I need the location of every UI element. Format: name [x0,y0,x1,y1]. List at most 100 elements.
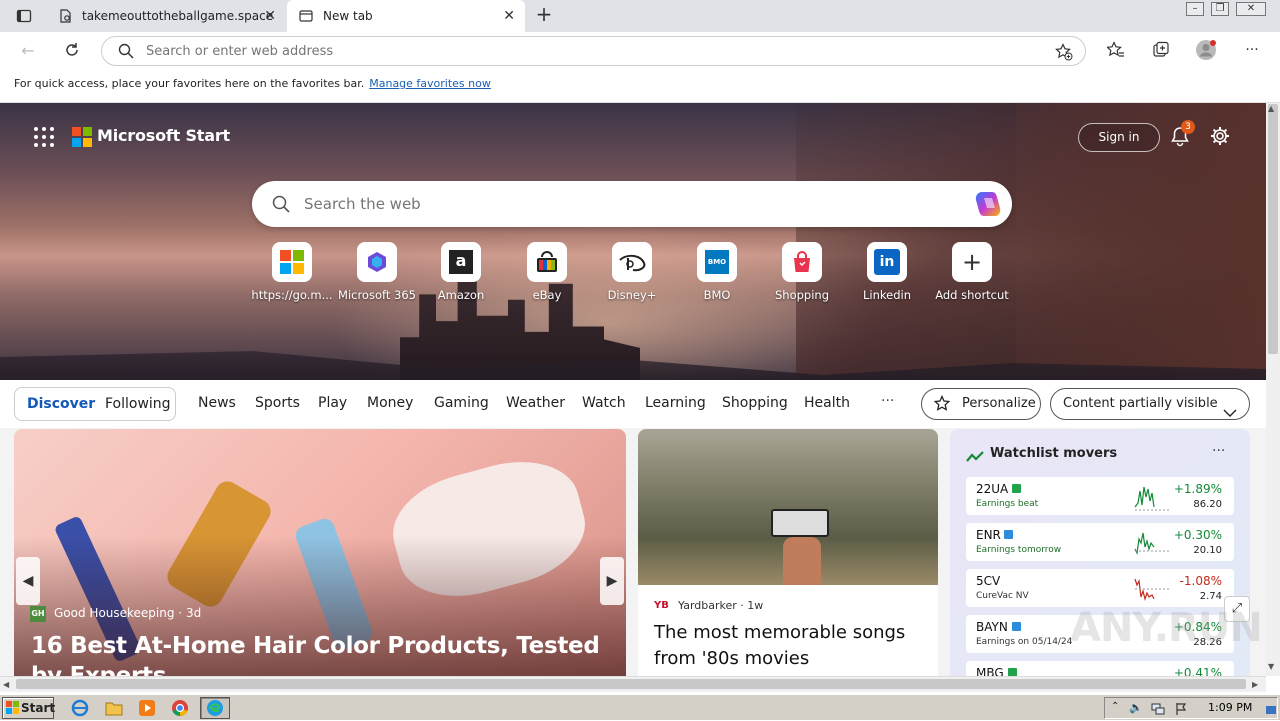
edge-taskbar-button[interactable] [200,697,230,719]
taskbar-clock[interactable]: 1:09 PM [1208,701,1252,714]
shortcut-bmo[interactable]: BMO BMO [672,242,762,302]
show-desktop-icon[interactable] [1265,701,1277,720]
nav-weather[interactable]: Weather [506,395,565,411]
web-search-input[interactable] [304,195,944,213]
feed-mode-toggle: Discover Following [14,387,176,421]
collections-icon[interactable] [1150,39,1172,61]
scroll-down-arrow-icon[interactable]: ▼ [1268,662,1274,671]
network-icon[interactable] [1151,701,1165,720]
article-title[interactable]: 16 Best At-Home Hair Color Products, Tes… [31,631,611,676]
tab-actions-icon[interactable] [13,5,35,27]
nav-news[interactable]: News [198,395,236,411]
nav-sports[interactable]: Sports [255,395,300,411]
stock-symbol: MBG [976,666,1004,676]
tab-new-tab[interactable]: New tab ✕ [287,0,525,32]
stock-subtitle: CureVac NV [976,591,1029,601]
web-search-box[interactable] [252,181,1012,227]
action-center-flag-icon[interactable] [1175,701,1187,720]
stock-row[interactable]: 22UA Earnings beat +1.89% 86.20 [966,477,1234,515]
media-player-icon[interactable] [137,698,157,718]
apps-grid-icon[interactable] [34,127,54,147]
scroll-up-arrow-icon[interactable]: ▲ [1268,104,1274,113]
nav-gaming[interactable]: Gaming [434,395,489,411]
new-tab-plus-icon[interactable]: + [533,4,555,26]
add-favorite-star-icon[interactable] [1055,43,1073,65]
address-input[interactable] [146,43,1026,59]
brand-title[interactable]: Microsoft Start [97,126,230,145]
shortcut-microsoft-365[interactable]: Microsoft 365 [332,242,422,302]
hero-article-card[interactable]: ◀ ▶ GH Good Housekeeping · 3d 16 Best At… [14,429,626,676]
add-shortcut-button[interactable]: + Add shortcut [927,242,1017,302]
refresh-icon[interactable] [61,39,83,61]
shortcut-label: Add shortcut [935,288,1009,302]
more-categories-icon[interactable]: ··· [881,393,894,409]
watchlist-title: Watchlist movers [990,446,1118,461]
nav-play[interactable]: Play [318,395,347,411]
profile-avatar-icon[interactable] [1195,39,1217,61]
tab-title: takemeouttotheballgame.space [82,9,274,23]
article-title[interactable]: The most memorable songs from '80s movie… [654,620,924,672]
nav-watch[interactable]: Watch [582,395,626,411]
file-explorer-icon[interactable] [104,698,124,718]
chrome-icon[interactable] [170,698,190,718]
minimize-icon[interactable]: – [1186,2,1204,16]
stock-symbol: BAYN [976,620,1008,634]
stock-row[interactable]: MBG +0.41% [966,661,1234,676]
scroll-right-arrow-icon[interactable]: ▶ [1252,680,1258,689]
tab-takemeout[interactable]: takemeouttotheballgame.space ✕ [46,0,286,32]
back-arrow-icon[interactable]: ← [17,39,39,61]
restore-icon[interactable]: ❐ [1211,2,1229,16]
horizontal-scroll-thumb[interactable] [16,679,1246,689]
stock-price: 2.74 [1199,591,1222,602]
start-button[interactable]: Start [2,697,55,721]
content-visibility-dropdown[interactable]: Content partially visible [1050,388,1250,420]
nav-shopping[interactable]: Shopping [722,395,788,411]
shortcut-amazon[interactable]: a Amazon [416,242,506,302]
volume-icon[interactable]: 🔈 [1129,701,1143,714]
watchlist-more-icon[interactable]: ··· [1212,443,1225,459]
earnings-badge-icon [1008,668,1017,676]
nav-learning[interactable]: Learning [645,395,706,411]
close-tab-icon[interactable]: ✕ [264,8,276,24]
address-bar[interactable] [101,36,1086,66]
shortcut-linkedin[interactable]: in Linkedin [842,242,932,302]
windows-flag-icon [6,701,20,721]
nav-money[interactable]: Money [367,395,413,411]
stock-row[interactable]: ENR Earnings tomorrow +0.30% 20.10 [966,523,1234,561]
earnings-badge-icon [1012,484,1021,493]
content-visibility-label: Content partially visible [1063,396,1218,411]
personalize-button[interactable]: Personalize [921,388,1041,420]
sign-in-button[interactable]: Sign in [1078,123,1160,152]
favorites-icon[interactable] [1105,39,1127,61]
tab-discover[interactable]: Discover [27,396,95,412]
shortcut-disney-plus[interactable]: Disney+ [587,242,677,302]
stock-row[interactable]: 5CV CureVac NV -1.08% 2.74 [966,569,1234,607]
shortcut-go[interactable]: https://go.m... [247,242,337,302]
vertical-scroll-thumb[interactable] [1268,104,1278,354]
close-tab-icon[interactable]: ✕ [503,8,515,24]
tab-title: New tab [323,9,373,23]
internet-explorer-icon[interactable] [70,698,90,718]
more-options-icon[interactable]: ··· [1241,39,1263,61]
carousel-prev-icon[interactable]: ◀ [16,557,40,605]
close-window-icon[interactable]: ✕ [1236,2,1266,16]
stock-symbol: 22UA [976,482,1009,496]
settings-gear-icon[interactable] [1209,125,1231,147]
favorites-bar-hint: For quick access, place your favorites h… [14,77,365,90]
article-card[interactable]: YB Yardbarker · 1w The most memorable so… [638,429,938,676]
stock-subtitle: Earnings beat [976,499,1039,509]
article-source: Yardbarker · 1w [678,599,764,612]
manage-favorites-link[interactable]: Manage favorites now [369,77,491,90]
nav-health[interactable]: Health [804,395,850,411]
stock-symbol: 5CV [976,574,1001,588]
carousel-next-icon[interactable]: ▶ [600,557,624,605]
stock-sparkline [1134,578,1169,602]
show-hidden-icons-icon[interactable]: ⌃ [1111,701,1119,712]
copilot-icon[interactable] [972,188,1004,224]
shortcut-ebay[interactable]: eBay [502,242,592,302]
notification-count-badge: 3 [1181,120,1195,134]
scroll-left-arrow-icon[interactable]: ◀ [3,680,9,689]
edge-icon [206,699,224,721]
shortcut-shopping[interactable]: Shopping [757,242,847,302]
tab-following[interactable]: Following [105,396,171,412]
